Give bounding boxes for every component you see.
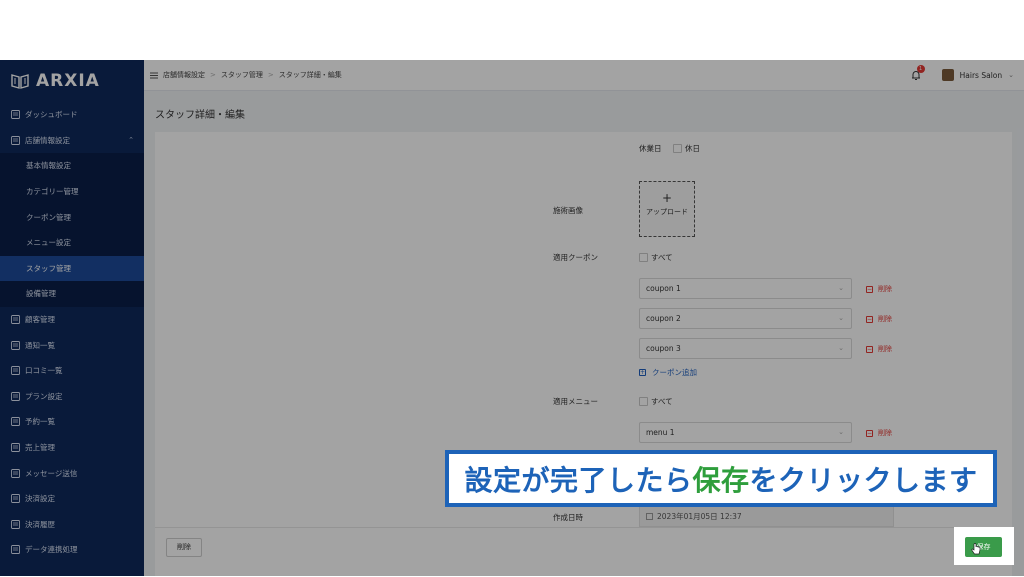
caption-text-highlight: 保存 [692, 463, 750, 497]
tutorial-caption: 設定が完了したら 保存 をクリックします [445, 450, 997, 507]
hand-cursor-icon [971, 543, 981, 555]
caption-text-after: をクリックします [749, 463, 978, 497]
caption-text-before: 設定が完了したら [464, 463, 693, 497]
